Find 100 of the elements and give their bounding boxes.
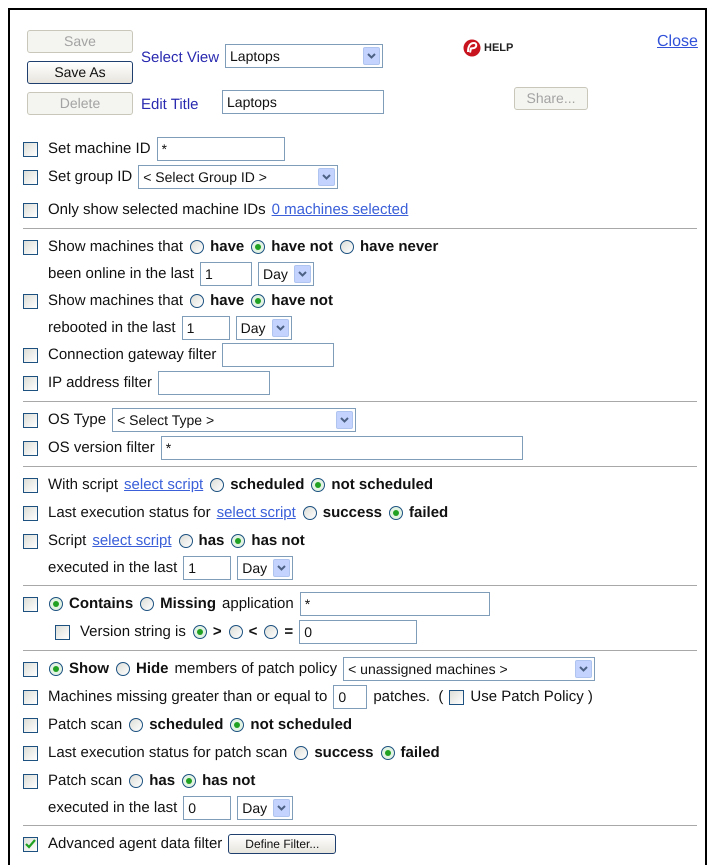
link[interactable]: select script [92,530,172,552]
dropdown[interactable]: Day [237,796,294,820]
radio-label[interactable]: > [212,620,222,644]
checkbox[interactable] [23,690,38,704]
radio-button[interactable] [129,774,144,788]
radio-button[interactable] [140,597,154,611]
dropdown[interactable]: Day [237,556,294,580]
input-field[interactable]: * [156,137,285,161]
radio-label[interactable]: have not [271,290,333,312]
input-field[interactable]: 1 [182,316,230,340]
button[interactable]: Save As [27,61,133,84]
checkbox[interactable] [23,534,38,548]
radio-button[interactable] [302,506,317,520]
help-icon[interactable] [463,39,481,57]
radio-button[interactable] [116,662,130,676]
checkbox[interactable] [23,478,38,492]
radio-label[interactable]: has not [202,770,256,792]
input-field[interactable]: 0 [333,685,368,709]
input-field[interactable]: 1 [200,262,252,286]
checkbox[interactable] [23,506,38,520]
checkbox[interactable] [55,624,70,640]
radio-label[interactable]: scheduled [230,474,304,496]
radio-label[interactable]: scheduled [149,714,224,736]
checkbox[interactable] [23,376,38,390]
radio-button[interactable] [380,746,395,760]
dropdown[interactable]: < unassigned machines > [343,657,596,681]
checkbox[interactable] [23,142,38,156]
checkbox[interactable] [23,836,38,852]
close-link[interactable]: Close [657,30,698,54]
checkbox[interactable] [23,294,38,308]
input-field[interactable] [158,371,270,395]
define-filter-button[interactable]: Define Filter... [228,834,336,854]
label: executed in the last [48,558,178,578]
radio-button[interactable] [192,625,207,639]
checkbox[interactable] [23,746,38,760]
radio-label[interactable]: have never [360,236,438,258]
checkbox[interactable] [23,202,38,218]
radio-button[interactable] [190,240,204,254]
radio-label[interactable]: has [198,530,224,552]
radio-label[interactable]: have [210,290,244,312]
checkbox[interactable] [23,596,38,612]
radio-button[interactable] [228,625,243,639]
checkbox[interactable] [23,348,38,362]
radio-button[interactable] [231,534,246,548]
link[interactable]: 0 machines selected [272,198,408,222]
checkbox[interactable] [23,440,38,456]
radio-button[interactable] [129,718,144,732]
radio-button[interactable] [190,294,204,308]
radio-label[interactable]: success [322,502,382,524]
radio-button[interactable] [251,294,266,308]
radio-button[interactable] [294,746,308,760]
checkbox[interactable] [23,412,38,428]
radio-label[interactable]: = [284,620,294,644]
radio-button[interactable] [182,774,196,788]
radio-button[interactable] [49,597,63,611]
dropdown[interactable]: Day [258,262,314,286]
input-field[interactable]: Laptops [222,90,384,114]
radio-label[interactable]: not scheduled [250,714,352,736]
radio-label[interactable]: have not [271,236,333,258]
radio-label[interactable]: have [210,236,244,258]
radio-button[interactable] [49,662,63,676]
dropdown[interactable]: < Select Type > [112,408,356,432]
radio-button[interactable] [264,625,278,639]
checkbox[interactable] [23,662,38,676]
link[interactable]: select script [216,502,296,524]
input-field[interactable]: 0 [183,796,232,820]
radio-label[interactable]: success [314,742,374,764]
link[interactable]: select script [124,474,204,496]
radio-label[interactable]: Show [69,658,109,680]
checkbox[interactable] [23,170,38,184]
radio-label[interactable]: Hide [136,658,169,680]
radio-button[interactable] [389,506,404,520]
radio-label[interactable]: Missing [160,592,216,616]
radio-button[interactable] [178,534,193,548]
checkbox[interactable] [23,774,38,788]
input-field[interactable] [222,343,334,367]
checkbox[interactable] [449,690,464,704]
radio-label[interactable]: < [248,620,258,644]
dropdown[interactable]: Day [236,316,292,340]
radio-button[interactable] [210,478,224,492]
radio-label[interactable]: failed [409,502,448,524]
checkbox[interactable] [23,718,38,732]
input-field[interactable]: 0 [299,620,418,644]
radio-button[interactable] [340,240,354,254]
input-field[interactable]: * [160,436,523,460]
input-field[interactable]: 1 [183,556,232,580]
help-link[interactable]: HELP [484,40,514,56]
input-field[interactable]: * [300,592,490,616]
radio-button[interactable] [311,478,326,492]
radio-label[interactable]: has not [251,530,305,552]
checkbox[interactable] [23,240,38,254]
radio-label[interactable]: Contains [69,592,134,616]
radio-button[interactable] [251,240,266,254]
view-dropdown[interactable]: Laptops [225,44,383,68]
radio-label[interactable]: has [149,770,176,792]
label: Set group ID [48,166,132,187]
radio-button[interactable] [230,718,244,732]
radio-label[interactable]: not scheduled [331,474,434,496]
dropdown[interactable]: < Select Group ID > [138,165,338,189]
radio-label[interactable]: failed [400,742,440,764]
